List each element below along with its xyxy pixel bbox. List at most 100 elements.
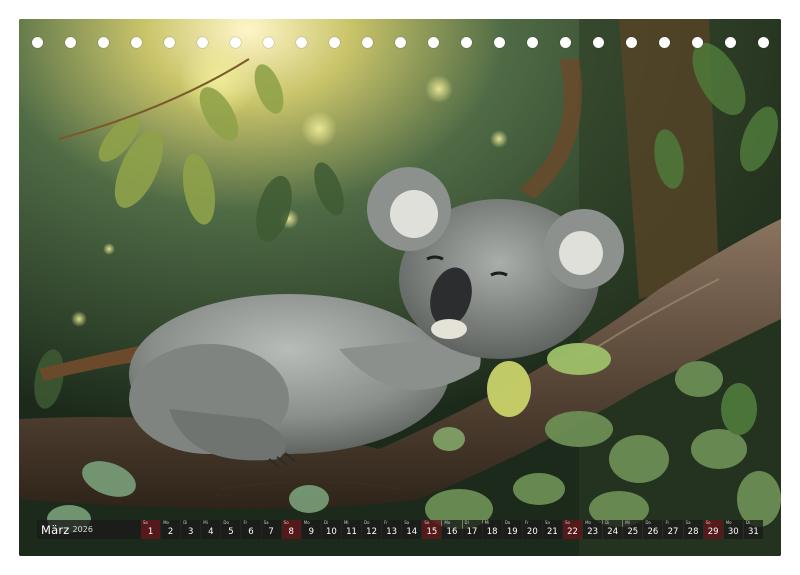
weekday-label: So [143, 520, 148, 525]
binding-hole [98, 37, 109, 48]
weekday-label: Mo [163, 520, 169, 525]
binding-hole [527, 37, 538, 48]
day-number: 12 [366, 527, 377, 537]
day-cell: So 22 [562, 520, 583, 539]
day-cell: Mi 11 [341, 520, 362, 539]
day-cell: Fr 20 [522, 520, 542, 539]
day-cell: Fr 27 [663, 520, 683, 539]
day-cell: Do 19 [502, 520, 522, 539]
day-number: 10 [325, 527, 337, 537]
day-cell: Sa 21 [542, 520, 562, 539]
day-number: 16 [446, 527, 458, 537]
binding-hole [461, 37, 472, 48]
weekday-label: So [424, 520, 430, 525]
day-number: 11 [346, 527, 357, 537]
weekday-label: Fr [384, 520, 388, 525]
binding-hole [329, 37, 340, 48]
day-number: 5 [228, 527, 234, 537]
calendar-page: März 2026 So 1 Mo 2 Di 3 Mi 4 Do 5 Fr 6 Sa 7 So 8 Mo 9 Di 1… [19, 19, 781, 556]
day-cell: Di 31 [743, 520, 763, 539]
weekday-label: Fr [243, 520, 248, 525]
weekday-label: Do [645, 520, 651, 525]
day-cell: Sa 7 [261, 520, 281, 539]
day-cell: Fr 6 [241, 520, 261, 539]
day-cell: Sa 28 [683, 520, 703, 539]
binding-hole [230, 37, 241, 48]
binding-hole [560, 37, 571, 48]
weekday-label: Do [504, 520, 511, 525]
weekday-label: Di [605, 520, 610, 525]
day-number: 4 [208, 527, 214, 537]
weekday-label: Mi [625, 520, 630, 525]
day-cell: Do 12 [362, 520, 382, 539]
day-cell: So 8 [281, 520, 301, 539]
month-label: März 2026 [37, 520, 141, 539]
weekday-label: Do [223, 520, 229, 525]
day-cell: Mo 9 [301, 520, 321, 539]
day-number: 1 [147, 527, 154, 537]
day-number: 25 [627, 527, 639, 537]
weekday-label: Mi [203, 520, 208, 525]
day-cell: So 15 [422, 520, 442, 539]
binding-hole [659, 37, 670, 48]
weekday-label: Mo [303, 520, 310, 525]
day-cell: Di 17 [462, 520, 482, 539]
day-cell: Mi 25 [623, 520, 643, 539]
day-number: 18 [486, 527, 498, 537]
day-number: 24 [607, 527, 619, 537]
day-number: 13 [386, 527, 398, 537]
binding-hole [725, 37, 736, 48]
day-cell: Di 3 [181, 520, 201, 539]
binding-hole [32, 37, 43, 48]
day-cell: Do 26 [643, 520, 663, 539]
day-number: 30 [727, 527, 739, 537]
weekday-label: Sa [685, 520, 691, 525]
day-number: 22 [567, 527, 578, 537]
day-cell: Mi 18 [482, 520, 502, 539]
day-cell: Do 5 [221, 520, 241, 539]
day-number: 9 [308, 527, 314, 537]
binding-hole [428, 37, 439, 48]
weekday-label: So [705, 520, 711, 525]
binding-hole [593, 37, 604, 48]
day-cell: Mo 2 [161, 520, 181, 539]
day-cell: Fr 13 [382, 520, 402, 539]
day-number: 19 [506, 527, 518, 537]
binding-hole [197, 37, 208, 48]
day-cells: So 1 Mo 2 Di 3 Mi 4 Do 5 Fr 6 Sa 7 So 8 Mo 9 Di 10 Mi 11 Do 12 F… [141, 520, 763, 539]
weekday-label: Sa [263, 520, 269, 525]
binding-hole [494, 37, 505, 48]
day-number: 17 [466, 527, 478, 537]
day-cell: Mi 4 [201, 520, 221, 539]
day-cell: Mo 23 [583, 520, 603, 539]
binding-hole [362, 37, 373, 48]
day-cell: So 1 [141, 520, 161, 539]
day-number: 31 [747, 527, 759, 537]
day-number: 28 [687, 527, 699, 537]
day-number: 27 [667, 527, 679, 537]
calendar-strip: März 2026 So 1 Mo 2 Di 3 Mi 4 Do 5 Fr 6 Sa 7 So 8 Mo 9 Di 1… [37, 520, 763, 539]
binding-hole [65, 37, 76, 48]
weekday-label: Sa [544, 520, 550, 525]
day-number: 21 [547, 527, 558, 537]
weekday-label: Mi [343, 520, 349, 525]
weekday-label: Mo [725, 520, 732, 525]
day-cell: Di 24 [603, 520, 623, 539]
day-cell: So 29 [703, 520, 723, 539]
binding-hole [263, 37, 274, 48]
day-number: 23 [587, 527, 599, 537]
binding-hole [164, 37, 175, 48]
weekday-label: Do [364, 520, 370, 525]
day-number: 20 [526, 527, 538, 537]
binding-hole [131, 37, 142, 48]
day-cell: Mo 16 [442, 520, 462, 539]
binding-holes [19, 19, 781, 49]
weekday-label: Mo [444, 520, 451, 525]
binding-hole [626, 37, 637, 48]
binding-hole [692, 37, 703, 48]
day-number: 26 [647, 527, 659, 537]
weekday-label: So [564, 520, 570, 525]
month-name: März [41, 522, 70, 537]
weekday-label: Di [183, 520, 188, 525]
weekday-label: Di [323, 520, 329, 525]
